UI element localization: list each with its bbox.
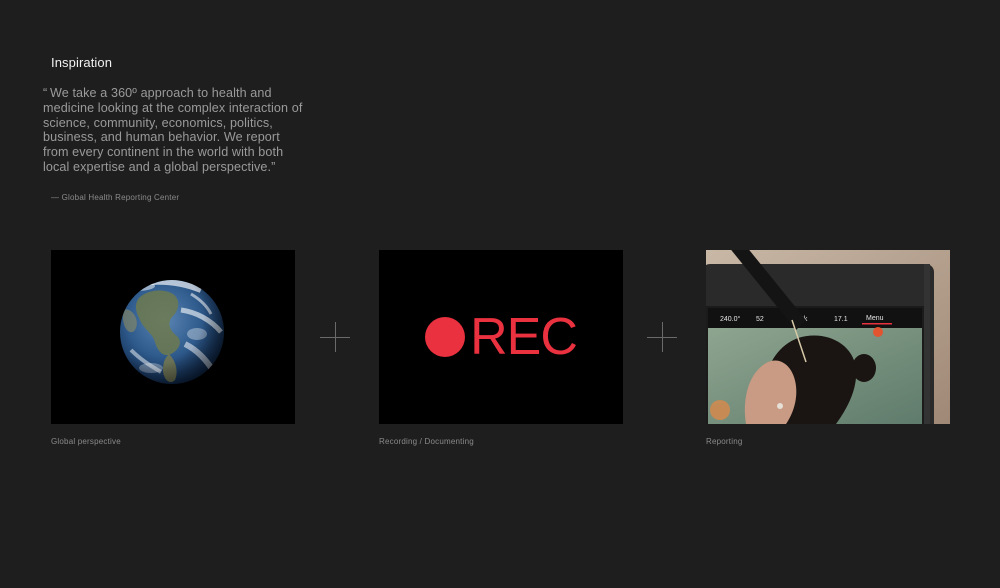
readout-angle: 240.0° bbox=[720, 315, 741, 323]
readout-menu: Menu bbox=[866, 315, 884, 322]
quote-attribution: — Global Health Reporting Center bbox=[51, 193, 180, 202]
plus-icon bbox=[647, 322, 677, 352]
section-title: Inspiration bbox=[51, 55, 113, 70]
camera-monitor-photo: 240.0° 52 6k 17.1 Menu bbox=[706, 250, 950, 424]
rec-indicator: REC bbox=[379, 250, 623, 424]
caption-reporting: Reporting bbox=[706, 437, 743, 446]
global-perspective-image bbox=[51, 250, 295, 424]
earth-icon bbox=[51, 250, 295, 424]
readout-exposure: 17.1 bbox=[834, 316, 848, 323]
record-dot-icon bbox=[425, 317, 466, 357]
quote-block: “We take a 360º approach to health and m… bbox=[43, 86, 305, 175]
recording-image: REC bbox=[379, 250, 623, 424]
quote-text: We take a 360º approach to health and me… bbox=[43, 86, 303, 174]
readout-shutter: 52 bbox=[756, 316, 764, 323]
plus-icon bbox=[320, 322, 350, 352]
rec-label: REC bbox=[470, 308, 578, 366]
inspiration-section: Inspiration “We take a 360º approach to … bbox=[0, 0, 1000, 588]
caption-global-perspective: Global perspective bbox=[51, 437, 121, 446]
reporting-image: 240.0° 52 6k 17.1 Menu bbox=[706, 250, 950, 424]
quote-open-mark: “ bbox=[43, 86, 48, 100]
caption-recording-documenting: Recording / Documenting bbox=[379, 437, 474, 446]
